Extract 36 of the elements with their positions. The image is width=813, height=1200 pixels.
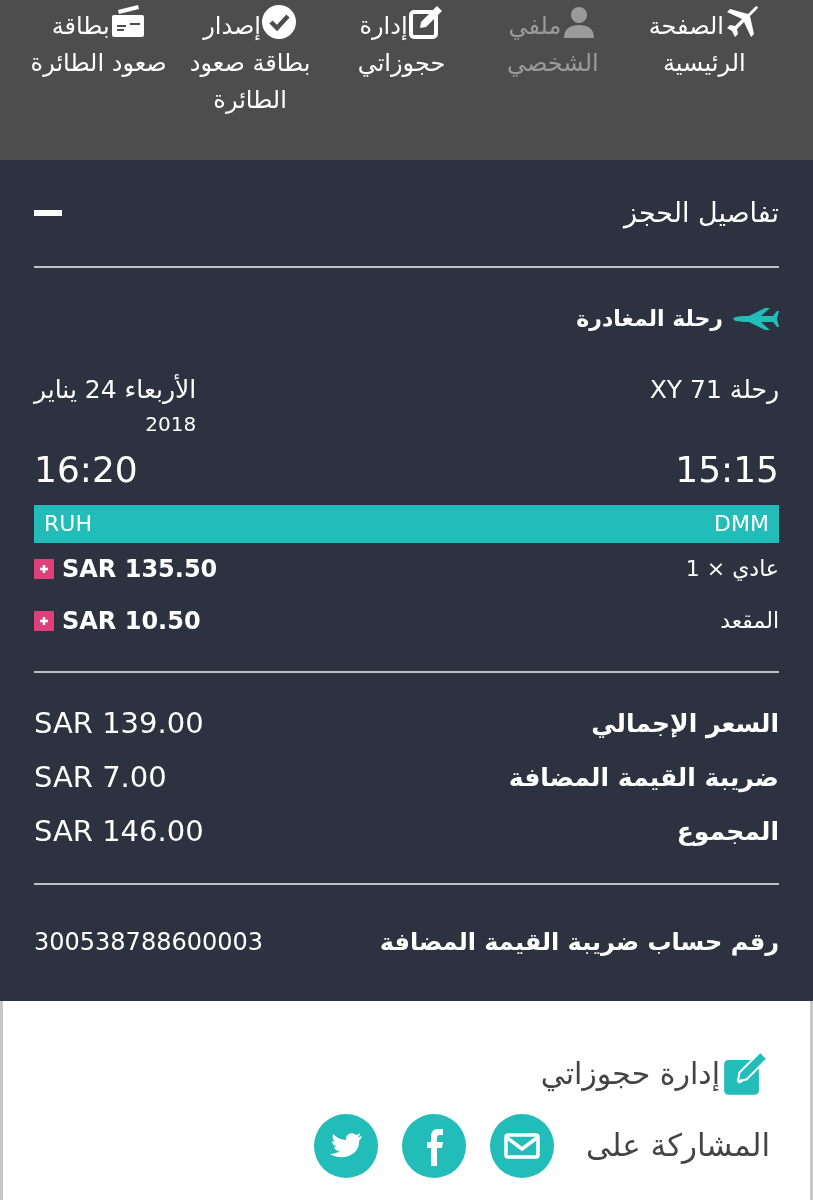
section-title: تفاصيل الحجز [624, 195, 779, 231]
charge-label: عادي × 1 [685, 555, 779, 583]
share-label: المشاركة على [586, 1126, 770, 1166]
plus-icon[interactable] [34, 558, 54, 579]
envelope-icon [504, 1132, 540, 1159]
total-label: السعر الإجمالي [591, 707, 779, 741]
total-label: المجموع [676, 815, 779, 848]
manage-bookings-link[interactable]: إدارة حجوزاتي [540, 1048, 770, 1099]
destination-code: RUH [44, 510, 92, 538]
total-amount: SAR 7.00 [34, 758, 167, 796]
vat-number: 300538788600003 [34, 926, 264, 958]
total-amount: SAR 146.00 [34, 812, 204, 850]
arrival-time: 16:20 [34, 447, 138, 492]
total-label: ضريبة القيمة المضافة [508, 761, 779, 795]
charge-amount: SAR 135.50 [62, 553, 218, 585]
departure-time: 15:15 [675, 447, 779, 492]
checkmark-circle-icon [261, 4, 298, 40]
flight-number: رحلة XY 71 [649, 374, 779, 406]
facebook-icon [427, 1128, 444, 1166]
total-amount: SAR 139.00 [34, 704, 204, 742]
section-heading: رحلة المغادرة [576, 305, 723, 333]
plane-icon [731, 306, 779, 331]
charge-amount: SAR 10.50 [62, 605, 201, 637]
charge-label: المقعد [720, 607, 779, 635]
nav-item[interactable]: الصفحة الرئيسية [635, 4, 773, 83]
flight-year: 2018 [145, 410, 197, 438]
flight-date: الأربعاء 24 يناير [34, 373, 197, 406]
origin-code: DMM [714, 510, 769, 538]
edit-icon [407, 4, 444, 40]
nav-item[interactable]: بطاقة صعود الطائرة [29, 4, 168, 83]
ticket-icon [109, 4, 146, 40]
nav-item[interactable]: إصدار بطاقة صعود الطائرة [181, 4, 319, 120]
nav-item[interactable]: إدارة حجوزاتي [332, 4, 471, 83]
bird-icon [330, 1132, 363, 1157]
plus-icon[interactable] [34, 610, 54, 631]
vat-number-label: رقم حساب ضريبة القيمة المضافة [379, 926, 779, 958]
